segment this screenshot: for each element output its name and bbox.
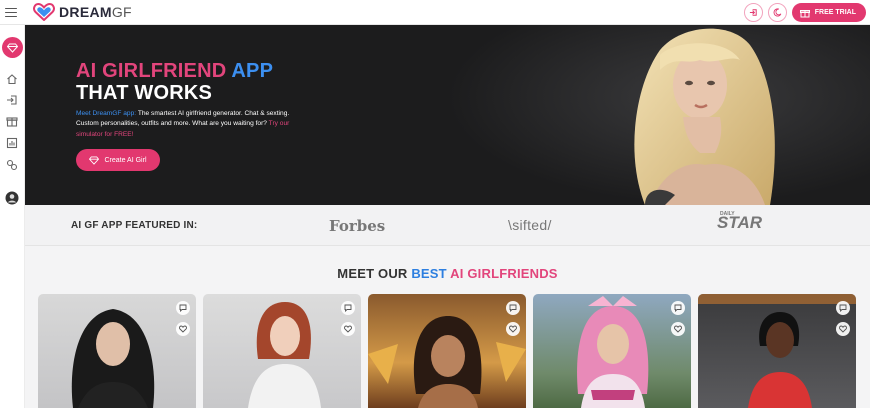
daily-star-logo[interactable]: DAILY STAR [717, 211, 762, 233]
gift-icon [799, 9, 810, 17]
chat-button[interactable] [506, 301, 520, 315]
girlfriend-photo [248, 302, 321, 408]
chat-button[interactable] [671, 301, 685, 315]
hero-title: AI GIRLFRIEND APP THAT WORKS [76, 60, 274, 104]
diamond-icon [7, 43, 18, 53]
girlfriend-photo [368, 316, 526, 408]
diamond-icon [89, 155, 100, 165]
forbes-logo[interactable]: Forbes [329, 217, 385, 235]
girlfriend-card[interactable] [203, 294, 361, 408]
theme-toggle-button[interactable] [767, 3, 787, 22]
chat-icon [674, 304, 682, 312]
login-icon [749, 9, 757, 16]
sifted-logo[interactable]: \sifted/ [508, 217, 552, 233]
swap-icon[interactable] [6, 159, 18, 171]
girlfriend-photo [71, 309, 155, 408]
chat-icon [509, 304, 517, 312]
login-button[interactable] [743, 3, 763, 22]
top-bar: DREAMGF FREE TRIAL [0, 0, 870, 25]
section-title: MEET OUR BEST AI GIRLFRIENDS [337, 266, 558, 281]
create-ai-girl-button[interactable]: Create AI Girl [76, 149, 160, 171]
sidebar-item-create[interactable] [2, 37, 23, 58]
favorite-button[interactable] [671, 322, 685, 336]
chat-button[interactable] [341, 301, 355, 315]
girlfriend-card[interactable] [38, 294, 196, 408]
logo[interactable]: DREAMGF [33, 3, 132, 21]
hero-description: Meet DreamGF app: The smartest AI girlfr… [76, 110, 290, 138]
heart-icon [179, 325, 187, 333]
girlfriend-photo [698, 294, 856, 408]
login-icon[interactable] [6, 94, 18, 106]
heart-icon [509, 325, 517, 333]
girlfriend-photo [577, 296, 649, 408]
featured-label: AI GF APP FEATURED IN: [71, 220, 198, 231]
heart-icon [839, 325, 847, 333]
chat-button[interactable] [836, 301, 850, 315]
girlfriend-card[interactable] [368, 294, 526, 408]
favorite-button[interactable] [176, 322, 190, 336]
favorite-button[interactable] [506, 322, 520, 336]
logo-text: DREAMGF [59, 4, 132, 20]
girlfriend-card[interactable] [698, 294, 856, 408]
hero-banner: AI GIRLFRIEND APP THAT WORKS Meet DreamG… [25, 25, 870, 205]
chart-icon[interactable] [6, 137, 18, 149]
chat-icon [344, 304, 352, 312]
hero-portrait-image [634, 28, 775, 205]
girlfriend-card[interactable] [533, 294, 691, 408]
free-trial-label: FREE TRIAL [814, 9, 856, 16]
free-trial-button[interactable]: FREE TRIAL [791, 3, 866, 22]
chat-icon [179, 304, 187, 312]
gift-icon[interactable] [6, 115, 18, 127]
logo-heart-icon [33, 3, 55, 21]
heart-icon [344, 325, 352, 333]
daily-star-small-text: DAILY [720, 211, 735, 217]
create-ai-girl-label: Create AI Girl [104, 156, 147, 164]
moon-icon [773, 8, 782, 17]
heart-icon [674, 325, 682, 333]
featured-in-strip: AI GF APP FEATURED IN: Forbes \sifted/ D… [25, 205, 870, 246]
favorite-button[interactable] [341, 322, 355, 336]
favorite-button[interactable] [836, 322, 850, 336]
chat-button[interactable] [176, 301, 190, 315]
hamburger-menu-icon[interactable] [4, 5, 18, 19]
avatar-icon[interactable] [5, 191, 19, 205]
chat-icon [839, 304, 847, 312]
home-icon[interactable] [6, 73, 18, 85]
sidebar [0, 25, 25, 408]
